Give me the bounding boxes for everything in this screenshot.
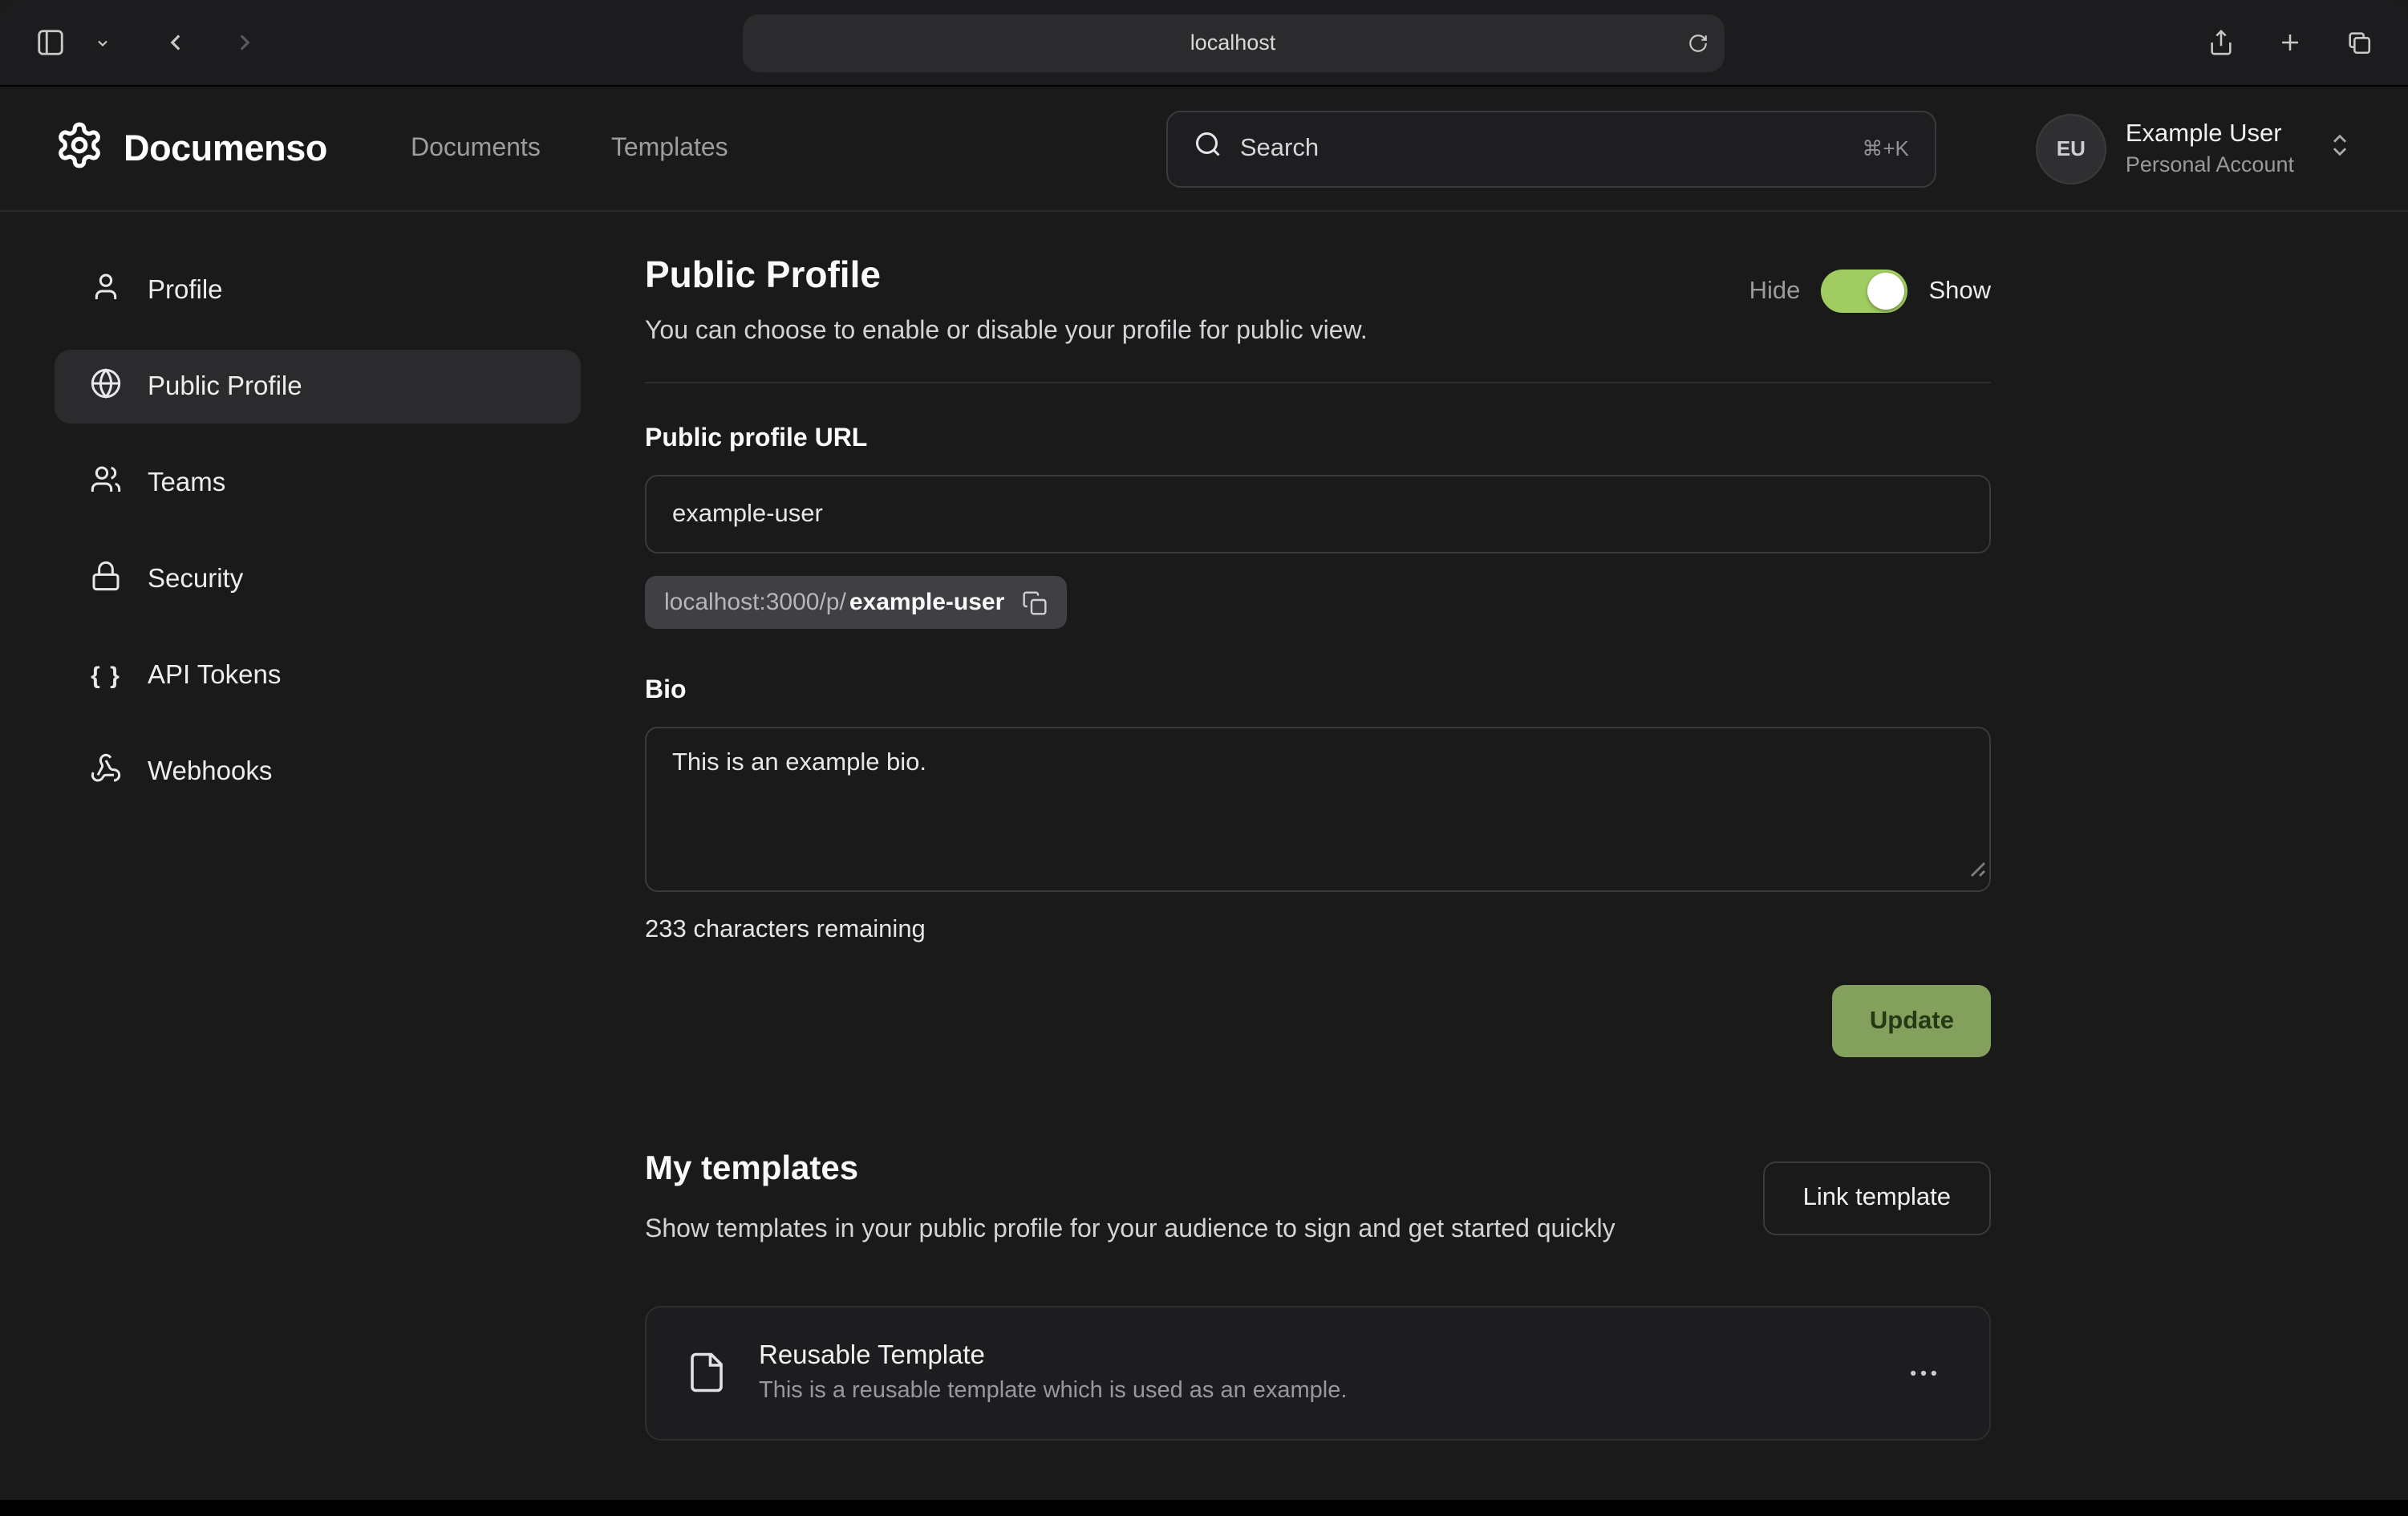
address-bar-url: localhost	[1190, 30, 1276, 55]
link-template-button[interactable]: Link template	[1763, 1161, 1991, 1235]
settings-sidebar: Profile Public Profile Teams Security	[55, 253, 581, 1440]
bio-label: Bio	[645, 677, 1991, 706]
braces-icon: { }	[90, 662, 122, 689]
link-slug: example-user	[849, 589, 1004, 616]
template-description: This is a reusable template which is use…	[759, 1378, 1347, 1404]
user-icon	[90, 270, 122, 310]
search-input[interactable]: Search ⌘+K	[1166, 110, 1936, 187]
sidebar-item-teams[interactable]: Teams	[55, 446, 581, 520]
forward-icon[interactable]	[221, 19, 268, 66]
users-icon	[90, 463, 122, 503]
account-type: Personal Account	[2126, 152, 2294, 176]
page-subtitle: You can choose to enable or disable your…	[645, 318, 1991, 347]
templates-description: Show templates in your public profile fo…	[645, 1210, 1615, 1250]
toggle-show-label: Show	[1928, 277, 1991, 306]
browser-toolbar: localhost	[0, 0, 2408, 87]
profile-url-input[interactable]	[645, 475, 1991, 553]
sidebar-item-public-profile[interactable]: Public Profile	[55, 350, 581, 424]
account-name: Example User	[2126, 120, 2294, 149]
brand-name: Documenso	[124, 128, 327, 169]
lock-icon	[90, 559, 122, 599]
chevron-down-icon[interactable]	[85, 25, 120, 60]
sidebar-item-label: Profile	[148, 275, 223, 306]
file-icon	[685, 1351, 728, 1394]
app-header: Documenso Documents Templates Search ⌘+K…	[0, 87, 2408, 212]
search-shortcut: ⌘+K	[1862, 136, 1909, 161]
sidebar-item-profile[interactable]: Profile	[55, 253, 581, 327]
profile-url-label: Public profile URL	[645, 425, 1991, 454]
my-templates-section: My templates Show templates in your publ…	[645, 1150, 1991, 1440]
search-icon	[1194, 130, 1222, 167]
characters-remaining: 233 characters remaining	[645, 916, 1991, 945]
template-card[interactable]: Reusable Template This is a reusable tem…	[645, 1305, 1991, 1440]
sidebar-item-label: Public Profile	[148, 371, 302, 402]
sidebar-item-label: Teams	[148, 468, 225, 498]
account-menu[interactable]: EU Example User Personal Account	[2036, 113, 2353, 184]
address-bar[interactable]: localhost	[742, 14, 1724, 71]
avatar: EU	[2036, 113, 2106, 184]
webhook-icon	[90, 752, 122, 792]
tab-overview-icon[interactable]	[2336, 19, 2382, 66]
new-tab-plus-icon[interactable]	[2267, 19, 2313, 66]
sidebar-item-webhooks[interactable]: Webhooks	[55, 735, 581, 809]
public-profile-link[interactable]: localhost:3000/p/example-user	[645, 576, 1067, 629]
sidebar-item-label: Security	[148, 564, 243, 594]
top-nav: Documents Templates	[411, 134, 728, 163]
sidebar-item-security[interactable]: Security	[55, 542, 581, 616]
update-button[interactable]: Update	[1833, 985, 1991, 1057]
more-horizontal-icon[interactable]	[1896, 1345, 1951, 1400]
visibility-toggle[interactable]	[1821, 270, 1907, 313]
toggle-knob	[1867, 273, 1904, 310]
resize-handle-icon[interactable]	[1967, 857, 1986, 886]
sidebar-item-label: Webhooks	[148, 756, 272, 787]
sidebar-item-label: API Tokens	[148, 660, 281, 691]
nav-templates[interactable]: Templates	[611, 134, 728, 163]
globe-icon	[90, 367, 122, 407]
sidebar-panel-icon[interactable]	[26, 18, 75, 67]
back-icon[interactable]	[152, 19, 199, 66]
templates-title: My templates	[645, 1150, 1615, 1189]
chevrons-up-down-icon	[2326, 131, 2353, 166]
sidebar-item-api-tokens[interactable]: { } API Tokens	[55, 638, 581, 712]
main-content: Public Profile You can choose to enable …	[645, 253, 1991, 1440]
share-icon[interactable]	[2198, 19, 2244, 66]
brand[interactable]: Documenso	[55, 120, 327, 177]
link-prefix: localhost:3000/p/	[664, 589, 846, 616]
template-name: Reusable Template	[759, 1341, 1347, 1372]
documenso-logo-icon	[55, 120, 104, 177]
copy-icon[interactable]	[1022, 590, 1048, 615]
nav-documents[interactable]: Documents	[411, 134, 541, 163]
refresh-icon[interactable]	[1687, 32, 1708, 53]
window-bottom-edge	[0, 1500, 2408, 1516]
divider	[645, 382, 1991, 383]
bio-textarea[interactable]: This is an example bio.	[645, 727, 1991, 892]
search-placeholder: Search	[1240, 134, 1319, 163]
profile-visibility-toggle-group: Hide Show	[1749, 270, 1991, 313]
toggle-hide-label: Hide	[1749, 277, 1801, 306]
